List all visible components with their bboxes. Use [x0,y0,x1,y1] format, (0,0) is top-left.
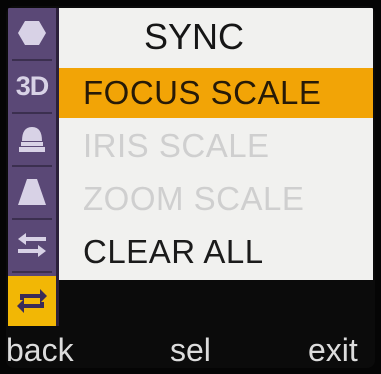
menu-item-label: FOCUS SCALE [83,74,322,111]
menu-panel: SYNC FOCUS SCALE IRIS SCALE ZOOM SCALE C… [59,8,373,280]
sync-icon[interactable] [8,276,56,326]
trapezoid-icon[interactable] [8,167,56,217]
icon-rail: 3D [8,8,59,326]
device-screen: 3D SYNC FOCUS SCALE IRIS SCALE ZOOM SCAL… [6,6,375,368]
arrows-swap-icon[interactable] [8,220,56,270]
3d-icon-label: 3D [15,70,50,101]
menu-item-label: CLEAR ALL [83,233,264,270]
softkey-bar: back sel exit [6,332,375,368]
menu-item-zoom-scale: ZOOM SCALE [59,174,373,224]
3d-icon[interactable]: 3D [8,61,56,111]
rail-divider [12,271,52,273]
back-softkey[interactable]: back [6,332,74,368]
menu-item-label: ZOOM SCALE [83,180,305,217]
menu-item-focus-scale[interactable]: FOCUS SCALE [59,68,373,118]
hexagon-icon[interactable] [8,8,56,58]
lens-icon[interactable] [8,114,56,164]
menu-title: SYNC [143,16,245,57]
sel-softkey[interactable]: sel [170,332,211,368]
menu-item-iris-scale: IRIS SCALE [59,121,373,171]
menu-item-label: IRIS SCALE [83,127,270,164]
menu-item-clear-all[interactable]: CLEAR ALL [59,227,373,277]
exit-softkey[interactable]: exit [308,332,358,368]
